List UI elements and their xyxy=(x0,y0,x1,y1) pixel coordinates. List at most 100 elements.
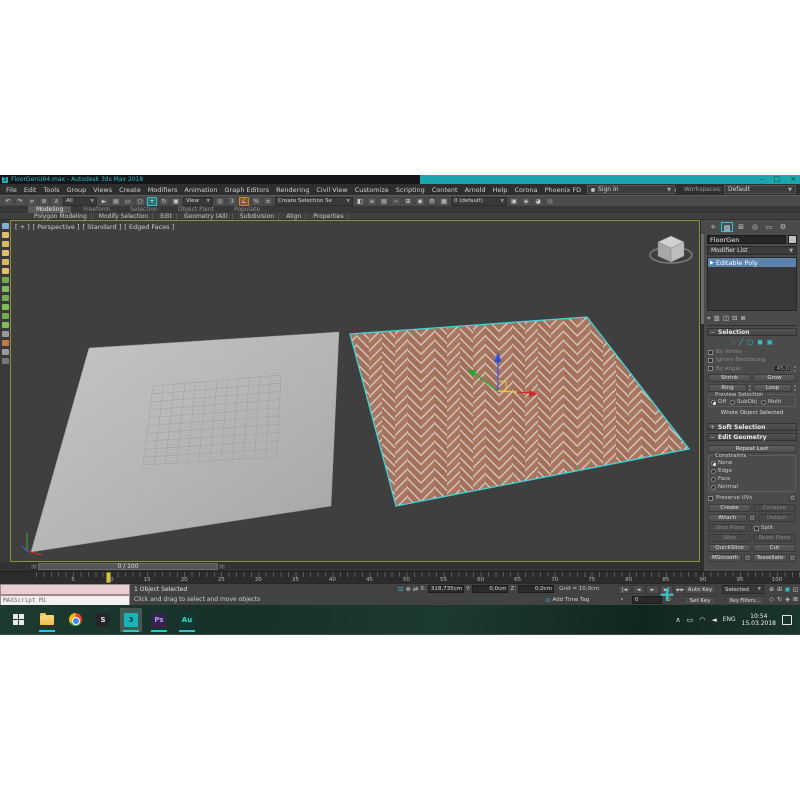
normal-radio[interactable]: Normal xyxy=(711,484,751,490)
grow-button[interactable]: Grow xyxy=(753,374,796,382)
select-object-icon[interactable]: ► xyxy=(99,197,109,206)
left-toolbar-icon[interactable] xyxy=(2,286,9,292)
maximize-viewport-icon[interactable]: ⊠ xyxy=(792,595,799,604)
perspective-viewport[interactable]: [ + ] [ Perspective ] [ Standard ] [ Edg… xyxy=(10,220,700,562)
zoom-extents-icon[interactable]: ▣ xyxy=(784,585,791,594)
left-toolbar-icon[interactable] xyxy=(2,322,9,328)
tessellate-button[interactable]: Tessellate xyxy=(753,554,787,562)
file-explorer-icon[interactable] xyxy=(36,608,58,632)
dark-app-icon[interactable]: S xyxy=(92,608,114,632)
soft-selection-rollout-header[interactable]: +Soft Selection xyxy=(707,423,797,431)
align-icon[interactable]: ≡ xyxy=(367,197,377,206)
redo-icon[interactable]: ↷ xyxy=(15,197,25,206)
select-and-move-icon[interactable]: + xyxy=(147,197,157,206)
isolate-icon[interactable]: ◈ xyxy=(521,197,531,206)
maxscript-mini-listener[interactable]: MAXScript Mi xyxy=(0,584,130,606)
set-key-button[interactable]: Set Key xyxy=(684,596,716,605)
left-toolbar-icon[interactable] xyxy=(2,304,9,310)
chrome-icon[interactable] xyxy=(64,608,86,632)
off-radio[interactable]: Off xyxy=(711,399,726,405)
key-filter-set-select[interactable]: Selected▼ xyxy=(722,585,764,594)
key-filters-button[interactable]: Key Filters... xyxy=(726,596,764,605)
make-unique-icon[interactable]: ◫ xyxy=(723,314,729,323)
menu-item[interactable]: Tools xyxy=(43,186,59,194)
attach-button[interactable]: Attach xyxy=(708,514,747,522)
clock[interactable]: 10:54 15.03.2018 xyxy=(742,613,776,627)
slice-plane-button[interactable]: Slice Plane xyxy=(708,524,752,532)
angle-snap-icon[interactable]: ∠ xyxy=(239,197,249,206)
motion-tab[interactable]: ◎ xyxy=(749,222,761,232)
photoshop-icon[interactable]: Ps xyxy=(148,608,170,632)
msmooth-settings-button[interactable]: □ xyxy=(744,554,751,562)
menu-item[interactable]: Edit xyxy=(24,186,37,194)
msmooth-button[interactable]: MSmooth xyxy=(708,554,742,562)
viewport-menu-shading[interactable]: [ Edged Faces ] xyxy=(124,223,174,231)
left-toolbar-icon[interactable] xyxy=(2,313,9,319)
pin-stack-icon[interactable]: ⌖ xyxy=(707,314,711,323)
edit-geometry-rollout-header[interactable]: −Edit Geometry xyxy=(707,433,797,441)
ribbon-subtab[interactable]: Polygon Modeling xyxy=(30,213,92,220)
state-set-icon[interactable]: ▣ xyxy=(509,197,519,206)
render-preset-select[interactable]: 0 (default)▼ xyxy=(451,197,507,206)
border-icon[interactable]: ▢ xyxy=(747,338,753,346)
left-toolbar-icon[interactable] xyxy=(2,250,9,256)
left-toolbar-icon[interactable] xyxy=(2,340,9,346)
menu-item[interactable]: Customize xyxy=(355,186,389,194)
menu-item[interactable]: Modifiers xyxy=(148,186,178,194)
view-cube[interactable] xyxy=(650,236,692,263)
render-setup-icon[interactable]: ⚙ xyxy=(427,197,437,206)
vertex-icon[interactable]: ∴ xyxy=(731,338,735,346)
mirror-icon[interactable]: ◧ xyxy=(355,197,365,206)
pan-icon[interactable]: ◇ xyxy=(768,595,775,604)
3ds-max-icon[interactable]: 3 xyxy=(120,608,142,632)
viewport-menu-pov[interactable]: [ Perspective ] xyxy=(33,223,80,231)
minimize-button[interactable]: – xyxy=(760,175,764,184)
reference-coordinate-select[interactable]: View▼ xyxy=(183,197,213,206)
modifier-list-dropdown[interactable]: Modifier List▼ xyxy=(707,246,797,255)
next-frame-arrow[interactable]: › xyxy=(218,563,226,570)
left-toolbar-icon[interactable] xyxy=(2,268,9,274)
spinner-arrows[interactable]: ▴▾ xyxy=(749,384,751,392)
previous-frame-icon[interactable]: ◄ xyxy=(632,585,645,594)
menu-item[interactable]: Create xyxy=(119,186,141,194)
tray-chevron-icon[interactable]: ∧ xyxy=(675,616,680,624)
left-toolbar-icon[interactable] xyxy=(2,232,9,238)
ribbon-subtab[interactable]: Geometry (All) xyxy=(180,213,233,220)
object-name-field[interactable]: FloorGen xyxy=(707,235,786,244)
panel-scrollbar[interactable] xyxy=(701,234,704,571)
field-of-view-icon[interactable]: ◈ xyxy=(784,595,791,604)
ribbon-subtab[interactable]: Align xyxy=(282,213,306,220)
rendered-frame-icon[interactable]: ▦ xyxy=(439,197,449,206)
menu-item[interactable]: Civil View xyxy=(316,186,347,194)
menu-item[interactable]: Help xyxy=(493,186,508,194)
create-button[interactable]: Create xyxy=(708,504,751,512)
element-icon[interactable]: ▣ xyxy=(767,338,773,346)
viewport-menu-style[interactable]: [ Standard ] xyxy=(83,223,122,231)
detach-button[interactable]: Detach xyxy=(758,514,797,522)
menu-item[interactable]: File xyxy=(6,186,17,194)
absolute-offset-toggle-icon[interactable]: ⇄ xyxy=(413,585,418,593)
left-toolbar-icon[interactable] xyxy=(2,259,9,265)
spinner-arrows[interactable]: ▴▾ xyxy=(794,365,796,372)
menu-item[interactable]: Content xyxy=(432,186,458,194)
start-button[interactable] xyxy=(8,608,30,632)
modify-tab[interactable]: ▧ xyxy=(721,222,733,232)
selection-rollout-header[interactable]: −Selection xyxy=(707,328,797,336)
by-angle-checkbox[interactable] xyxy=(708,366,713,371)
named-selection-sets-select[interactable]: All▼ xyxy=(63,197,97,206)
stack-item-editable-poly[interactable]: ▶ Editable Poly xyxy=(708,258,796,267)
menu-item[interactable]: Phoenix FD xyxy=(545,186,582,194)
attach-settings-button[interactable]: □ xyxy=(749,514,756,522)
undo-icon[interactable]: ↶ xyxy=(3,197,13,206)
scene-explorer-icon[interactable]: ▤ xyxy=(379,197,389,206)
track-bar[interactable]: 5101520253035404550556065707580859095100 xyxy=(0,571,800,583)
menu-item[interactable]: Rendering xyxy=(276,186,309,194)
left-toolbar-icon[interactable] xyxy=(2,331,9,337)
menu-item[interactable]: Scripting xyxy=(396,186,425,194)
menu-item[interactable]: Animation xyxy=(184,186,217,194)
by-angle-value-field[interactable]: 45,0 xyxy=(773,365,791,372)
repeat-last-button[interactable]: Repeat Last xyxy=(708,445,796,453)
ribbon-subtab[interactable]: Edit xyxy=(156,213,177,220)
loop-button[interactable]: Loop xyxy=(753,384,792,392)
curve-editor-icon[interactable]: ~ xyxy=(391,197,401,206)
